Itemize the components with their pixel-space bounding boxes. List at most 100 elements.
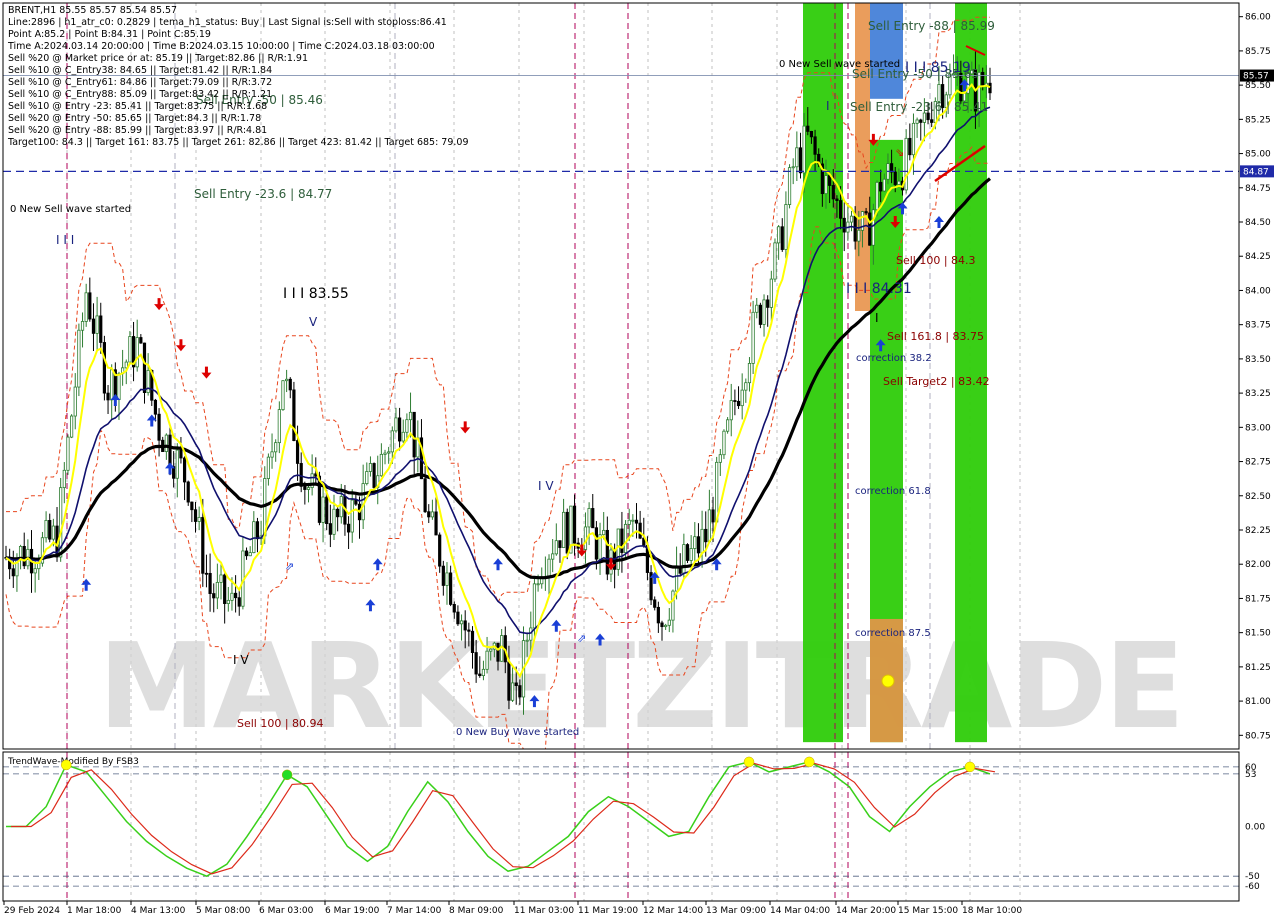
zone-blue: [870, 3, 903, 99]
hollow-sell-arrow-icon: ⇘: [895, 146, 904, 159]
candle-body: [740, 389, 744, 407]
info-line: Time A:2024.03.14 20:00:00 | Time B:2024…: [7, 41, 435, 52]
level-price-tag: 84.87: [1243, 167, 1269, 177]
candle-body: [758, 304, 763, 325]
date-tick-label: 8 Mar 09:00: [449, 906, 504, 916]
annotation-text: Sell 161.8 | 83.75: [887, 330, 984, 343]
price-tick-label: 83.25: [1245, 389, 1271, 399]
candle-body: [190, 501, 194, 511]
annotation-text: Sell Entry -88 | 85.99: [868, 19, 995, 33]
candle-body: [551, 553, 555, 560]
candle-body: [295, 440, 300, 464]
candle-body: [507, 661, 511, 701]
candle-body: [689, 548, 693, 561]
candle-body: [365, 471, 369, 485]
candle-body: [303, 485, 307, 490]
info-line: Sell %10 @ C_Entry61: 84.86 || Target:79…: [8, 77, 272, 88]
candle-body: [321, 496, 325, 523]
candle-body: [394, 417, 398, 432]
candle-body: [893, 171, 897, 185]
candle-body: [11, 568, 15, 577]
candle-body: [182, 457, 187, 483]
candle-body: [346, 523, 351, 533]
candle-body: [463, 620, 467, 631]
candle-body: [693, 536, 697, 549]
date-tick-label: 11 Mar 03:00: [514, 906, 574, 916]
candle-body: [412, 411, 416, 458]
info-line: Sell %10 @ C_Entry38: 84.65 || Target:81…: [8, 65, 272, 76]
candle-body: [623, 523, 628, 553]
chart-stage: MARKETZITRADE Sell Entry -88 | 85.99 0 Ne…: [0, 0, 1280, 920]
candle-body: [634, 519, 639, 524]
candle-body: [204, 572, 209, 575]
candle-body: [197, 516, 201, 522]
candle-body: [835, 198, 839, 201]
date-tick-label: 14 Mar 20:00: [836, 906, 896, 916]
candle-body: [554, 540, 558, 555]
candle-body: [616, 528, 620, 570]
candle-body: [897, 180, 901, 185]
price-tick-label: 84.75: [1245, 184, 1271, 194]
candle-body: [656, 606, 660, 624]
candle-body: [467, 629, 471, 632]
candle-body: [128, 336, 132, 363]
date-tick-label: 15 Mar 15:00: [898, 906, 958, 916]
annotation-text: I: [875, 311, 879, 325]
price-tick-label: 80.75: [1245, 731, 1271, 741]
candle-body: [88, 292, 92, 320]
candle-body: [266, 456, 271, 479]
candle-body: [223, 574, 227, 604]
candle-body: [368, 463, 373, 472]
candle-body: [244, 550, 249, 557]
candle-body: [117, 373, 121, 401]
candle-body: [809, 131, 814, 138]
osc-tick-label: 53: [1245, 770, 1256, 780]
candle-body: [711, 509, 715, 523]
osc-tick-label: 0.00: [1245, 823, 1265, 833]
candle-body: [780, 226, 784, 250]
candle-body: [682, 544, 686, 574]
candle-body: [981, 71, 985, 87]
candle-body: [755, 304, 759, 313]
osc-signal-dot: [804, 756, 815, 768]
candle-body: [106, 392, 110, 401]
candle-body: [773, 242, 777, 280]
date-tick-label: 11 Mar 19:00: [578, 906, 638, 916]
candle-body: [831, 185, 835, 200]
candle-body: [787, 167, 792, 205]
candle-body: [153, 399, 158, 415]
candle-body: [445, 572, 449, 586]
candle-body: [274, 442, 278, 453]
annotation-text: I V: [538, 479, 554, 493]
candle-body: [288, 378, 292, 391]
price-tick-label: 84.00: [1245, 286, 1271, 296]
candle-body: [387, 451, 391, 454]
candle-body: [882, 178, 886, 192]
price-tick-label: 84.25: [1245, 252, 1271, 262]
candle-body: [401, 431, 405, 442]
candle-body: [824, 175, 828, 195]
annotation-text: correction 87.5: [855, 628, 931, 639]
price-tick-label: 81.50: [1245, 629, 1271, 639]
candle-body: [729, 400, 733, 421]
candle-body: [423, 478, 427, 513]
candle-body: [795, 147, 799, 168]
date-tick-label: 29 Feb 2024: [4, 906, 60, 916]
candle-body: [456, 611, 460, 625]
osc-tick-label: -50: [1245, 872, 1260, 882]
candle-body: [915, 119, 919, 124]
candle-body: [857, 229, 861, 242]
candle-body: [510, 682, 515, 701]
date-tick-label: 18 Mar 10:00: [962, 906, 1022, 916]
price-tick-label: 85.75: [1245, 47, 1271, 57]
candle-body: [565, 511, 569, 554]
candle-body: [496, 642, 500, 662]
candle-body: [397, 417, 402, 442]
candle-body: [157, 413, 161, 441]
osc-signal-dot: [281, 769, 293, 781]
candle-body: [802, 125, 806, 174]
candle-body: [84, 292, 88, 322]
candle-body: [470, 630, 475, 653]
date-tick-label: 1 Mar 18:00: [67, 906, 122, 916]
zone-green: [803, 3, 843, 743]
